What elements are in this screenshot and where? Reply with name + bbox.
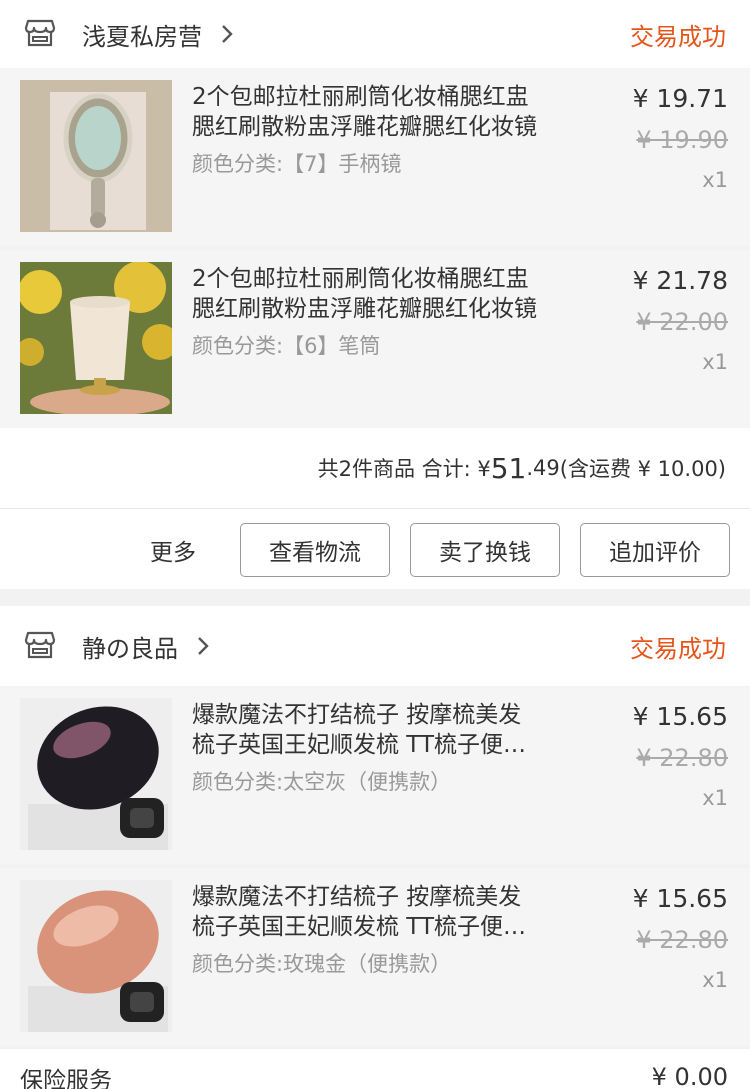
order-item[interactable]: 2个包邮拉杜丽刷筒化妆桶腮红盅 腮红刷散粉盅浮雕花瓣腮红化妆镜 颜色分类:【6】… (0, 250, 750, 428)
summary-total-minor: .49 (526, 456, 560, 480)
product-price: ¥ 19.71 (632, 84, 728, 113)
summary-shipping: (含运费 ¥ 10.00) (559, 457, 726, 481)
chevron-right-icon (220, 23, 240, 45)
product-quantity: x1 (702, 968, 728, 992)
insurance-label: 保险服务 (20, 1068, 112, 1089)
summary-count: 共2件商品 合计: ¥ (317, 457, 491, 481)
product-original-price: ¥ 19.90 (636, 126, 728, 154)
shop-header[interactable]: 浅夏私房营 交易成功 (0, 0, 750, 68)
product-original-price: ¥ 22.80 (636, 926, 728, 954)
product-original-price: ¥ 22.80 (636, 744, 728, 772)
product-spec: 颜色分类:【7】手柄镜 (192, 152, 402, 176)
product-original-price: ¥ 22.00 (636, 308, 728, 336)
order-card-1: 浅夏私房营 交易成功 2个包邮拉杜丽刷筒化妆桶腮红盅 腮红刷散粉盅浮雕花瓣腮红化… (0, 0, 750, 589)
shop-header[interactable]: 静の良品 交易成功 (0, 606, 750, 686)
summary-total-major: 51 (490, 451, 527, 485)
product-image-space-grey-comb (20, 698, 172, 850)
order-item[interactable]: 爆款魔法不打结梳子 按摩梳美发 梳子英国王妃顺发梳 TT梳子便… 颜色分类:太空… (0, 686, 750, 864)
product-title: 2个包邮拉杜丽刷筒化妆桶腮红盅 腮红刷散粉盅浮雕花瓣腮红化妆镜 (192, 84, 537, 140)
product-spec: 颜色分类:【6】笔筒 (192, 334, 381, 358)
shop-name: 静の良品 (82, 634, 178, 663)
product-spec: 颜色分类:玫瑰金（便携款） (192, 952, 452, 976)
product-price: ¥ 15.65 (632, 884, 728, 913)
insurance-row[interactable]: 保险服务 ¥ 0.00 (0, 1049, 750, 1089)
product-image-brush-cup (20, 262, 172, 414)
product-title: 爆款魔法不打结梳子 按摩梳美发 梳子英国王妃顺发梳 TT梳子便… (192, 884, 527, 940)
product-image-hand-mirror (20, 80, 172, 232)
order-item[interactable]: 爆款魔法不打结梳子 按摩梳美发 梳子英国王妃顺发梳 TT梳子便… 颜色分类:玫瑰… (0, 868, 750, 1046)
product-title: 爆款魔法不打结梳子 按摩梳美发 梳子英国王妃顺发梳 TT梳子便… (192, 702, 527, 758)
shop-icon (24, 19, 60, 49)
view-logistics-button[interactable]: 查看物流 (240, 523, 390, 577)
order-card-2: 静の良品 交易成功 爆款魔法不打结梳子 按摩梳美发 梳子英国王妃顺发梳 TT梳子… (0, 606, 750, 1046)
product-price: ¥ 15.65 (632, 702, 728, 731)
order-actions: 更多 查看物流 卖了换钱 追加评价 (0, 509, 750, 589)
resell-button[interactable]: 卖了换钱 (410, 523, 560, 577)
product-quantity: x1 (702, 350, 728, 374)
product-quantity: x1 (702, 168, 728, 192)
shop-icon (24, 631, 60, 661)
product-spec: 颜色分类:太空灰（便携款） (192, 770, 452, 794)
chevron-right-icon (196, 635, 216, 657)
shop-name: 浅夏私房营 (82, 22, 202, 51)
product-image-rose-gold-comb (20, 880, 172, 1032)
product-quantity: x1 (702, 786, 728, 810)
order-item[interactable]: 2个包邮拉杜丽刷筒化妆桶腮红盅 腮红刷散粉盅浮雕花瓣腮红化妆镜 颜色分类:【7】… (0, 68, 750, 246)
product-title: 2个包邮拉杜丽刷筒化妆桶腮红盅 腮红刷散粉盅浮雕花瓣腮红化妆镜 (192, 266, 537, 322)
product-price: ¥ 21.78 (632, 266, 728, 295)
insurance-price: ¥ 0.00 (651, 1063, 728, 1089)
add-review-button[interactable]: 追加评价 (580, 523, 730, 577)
order-status: 交易成功 (630, 634, 726, 663)
order-summary: 共2件商品 合计: ¥ 51.49 (含运费 ¥ 10.00) (0, 428, 750, 508)
order-status: 交易成功 (630, 22, 726, 51)
more-button[interactable]: 更多 (150, 533, 196, 567)
